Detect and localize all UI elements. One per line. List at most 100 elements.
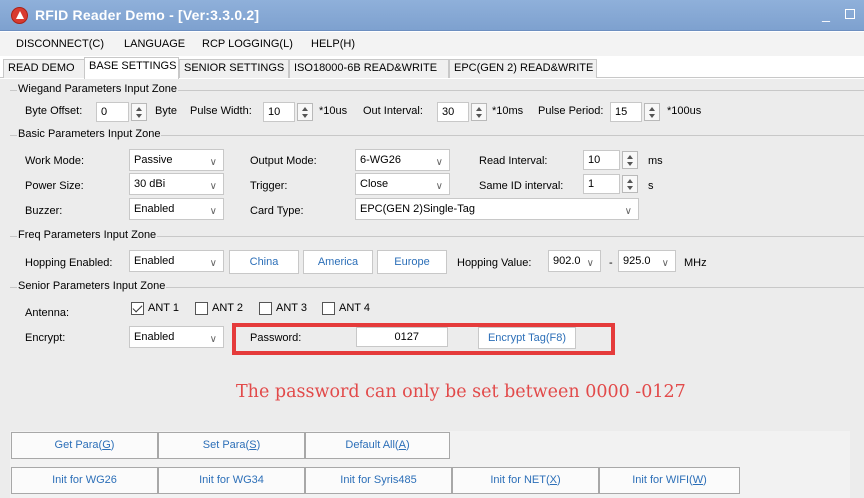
- basic-zone-title: Basic Parameters Input Zone: [17, 128, 162, 140]
- tab-iso18000[interactable]: ISO18000-6B READ&WRITE: [289, 59, 449, 78]
- out-interval-input[interactable]: 30: [437, 102, 469, 122]
- init-wifi-label: Init for WIFI(: [632, 474, 693, 486]
- init-wg34-button[interactable]: Init for WG34: [158, 467, 305, 494]
- chevron-down-icon: ∨: [209, 157, 217, 168]
- hopping-enabled-label: Hopping Enabled:: [25, 257, 113, 269]
- menu-help[interactable]: HELP(H): [311, 38, 355, 50]
- default-all-button[interactable]: Default All(A): [305, 432, 450, 459]
- ant3-checkbox[interactable]: [259, 302, 272, 315]
- tab-base-settings[interactable]: BASE SETTINGS: [84, 57, 179, 79]
- password-input[interactable]: 0127: [356, 327, 448, 347]
- password-label: Password:: [250, 332, 302, 344]
- menu-rcp-logging[interactable]: RCP LOGGING(L): [202, 38, 293, 50]
- read-interval-input[interactable]: 10: [583, 150, 620, 170]
- hop-from-value: 902.0: [553, 255, 581, 267]
- out-interval-label: Out Interval:: [363, 105, 423, 117]
- encrypt-label: Encrypt:: [25, 332, 66, 344]
- ant2-checkbox[interactable]: [195, 302, 208, 315]
- init-wg26-button[interactable]: Init for WG26: [11, 467, 158, 494]
- america-button[interactable]: America: [303, 250, 373, 274]
- ant2-label: ANT 2: [212, 302, 243, 314]
- card-type-label: Card Type:: [250, 205, 304, 217]
- encrypt-tag-button[interactable]: Encrypt Tag(F8): [478, 327, 576, 349]
- ant3-label: ANT 3: [276, 302, 307, 314]
- card-type-value: EPC(GEN 2)Single-Tag: [360, 203, 475, 215]
- byte-offset-label: Byte Offset:: [25, 105, 83, 117]
- chevron-down-icon: ∨: [624, 206, 632, 217]
- chevron-down-icon: ∨: [661, 258, 669, 269]
- trigger-select[interactable]: Close ∨: [355, 173, 450, 195]
- pulse-period-label: Pulse Period:: [538, 105, 604, 117]
- chevron-down-icon: ∨: [586, 258, 594, 269]
- init-wifi-key: W: [692, 474, 704, 486]
- tab-epc-gen2[interactable]: EPC(GEN 2) READ&WRITE: [449, 59, 597, 78]
- same-id-unit: s: [648, 180, 654, 192]
- set-para-button[interactable]: Set Para(S): [158, 432, 305, 459]
- chevron-down-icon: ∨: [209, 181, 217, 192]
- china-button[interactable]: China: [229, 250, 299, 274]
- chevron-down-icon: ∨: [435, 157, 443, 168]
- chevron-down-icon: ∨: [209, 206, 217, 217]
- hop-to-value: 925.0: [623, 255, 651, 267]
- password-notice: The password can only be set between 000…: [236, 382, 686, 402]
- pulse-width-input[interactable]: 10: [263, 102, 295, 122]
- hop-unit: MHz: [684, 257, 707, 269]
- hop-to-select[interactable]: 925.0 ∨: [618, 250, 676, 272]
- init-net-button[interactable]: Init for NET(X): [452, 467, 599, 494]
- same-id-label: Same ID interval:: [479, 180, 564, 192]
- ant1-checkbox[interactable]: [131, 302, 144, 315]
- trigger-value: Close: [360, 178, 389, 190]
- pulse-width-unit: *10us: [319, 105, 348, 117]
- output-mode-value: 6-WG26: [360, 154, 401, 166]
- get-para-button[interactable]: Get Para(G): [11, 432, 158, 459]
- get-para-key: G: [102, 439, 111, 451]
- power-size-select[interactable]: 30 dBi ∨: [129, 173, 224, 195]
- init-wifi-button[interactable]: Init for WIFI(W): [599, 467, 740, 494]
- buzzer-select[interactable]: Enabled ∨: [129, 198, 224, 220]
- menu-language[interactable]: LANGUAGE: [124, 38, 185, 50]
- tab-senior-settings[interactable]: SENIOR SETTINGS: [179, 59, 289, 78]
- same-id-input[interactable]: 1: [583, 174, 620, 194]
- tab-read-demo[interactable]: READ DEMO: [3, 59, 85, 78]
- wiegand-zone-title: Wiegand Parameters Input Zone: [17, 83, 178, 95]
- maximize-button[interactable]: [842, 5, 858, 23]
- read-interval-spinner[interactable]: [622, 151, 638, 169]
- ant4-label: ANT 4: [339, 302, 370, 314]
- pulse-period-input[interactable]: 15: [610, 102, 642, 122]
- output-mode-select[interactable]: 6-WG26 ∨: [355, 149, 450, 171]
- same-id-spinner[interactable]: [622, 175, 638, 193]
- set-para-label: Set Para(: [202, 439, 250, 451]
- buzzer-value: Enabled: [134, 203, 175, 215]
- byte-offset-input[interactable]: 0: [96, 102, 129, 122]
- hopping-enabled-select[interactable]: Enabled ∨: [129, 250, 224, 272]
- init-syris485-button[interactable]: Init for Syris485: [305, 467, 452, 494]
- pulse-width-spinner[interactable]: [297, 103, 313, 121]
- chevron-down-icon: ∨: [209, 258, 217, 269]
- get-para-label: Get Para(: [54, 439, 103, 451]
- out-interval-unit: *10ms: [492, 105, 524, 117]
- byte-unit: Byte: [155, 105, 178, 117]
- hop-from-select[interactable]: 902.0 ∨: [548, 250, 601, 272]
- output-mode-label: Output Mode:: [250, 155, 317, 167]
- init-net-key: X: [549, 474, 557, 486]
- europe-button[interactable]: Europe: [377, 250, 447, 274]
- menu-bar: DISCONNECT(C) LANGUAGE RCP LOGGING(L) HE…: [0, 32, 864, 56]
- out-interval-spinner[interactable]: [471, 103, 487, 121]
- pulse-period-spinner[interactable]: [644, 103, 660, 121]
- card-type-select[interactable]: EPC(GEN 2)Single-Tag ∨: [355, 198, 639, 220]
- byte-offset-spinner[interactable]: [131, 103, 147, 121]
- window-title: RFID Reader Demo - [Ver:3.3.0.2]: [35, 7, 260, 23]
- hopping-value-label: Hopping Value:: [457, 257, 532, 269]
- freq-zone-title: Freq Parameters Input Zone: [17, 229, 158, 241]
- set-para-key: S: [249, 439, 257, 451]
- chevron-down-icon: ∨: [435, 181, 443, 192]
- work-mode-select[interactable]: Passive ∨: [129, 149, 224, 171]
- pulse-period-unit: *100us: [667, 105, 702, 117]
- encrypt-select[interactable]: Enabled ∨: [129, 326, 224, 348]
- minimize-button[interactable]: _: [818, 5, 834, 23]
- title-bar: RFID Reader Demo - [Ver:3.3.0.2] _: [0, 0, 864, 31]
- menu-disconnect[interactable]: DISCONNECT(C): [16, 38, 104, 50]
- antenna-label: Antenna:: [25, 307, 70, 319]
- ant4-checkbox[interactable]: [322, 302, 335, 315]
- hop-range-dash: -: [609, 257, 613, 269]
